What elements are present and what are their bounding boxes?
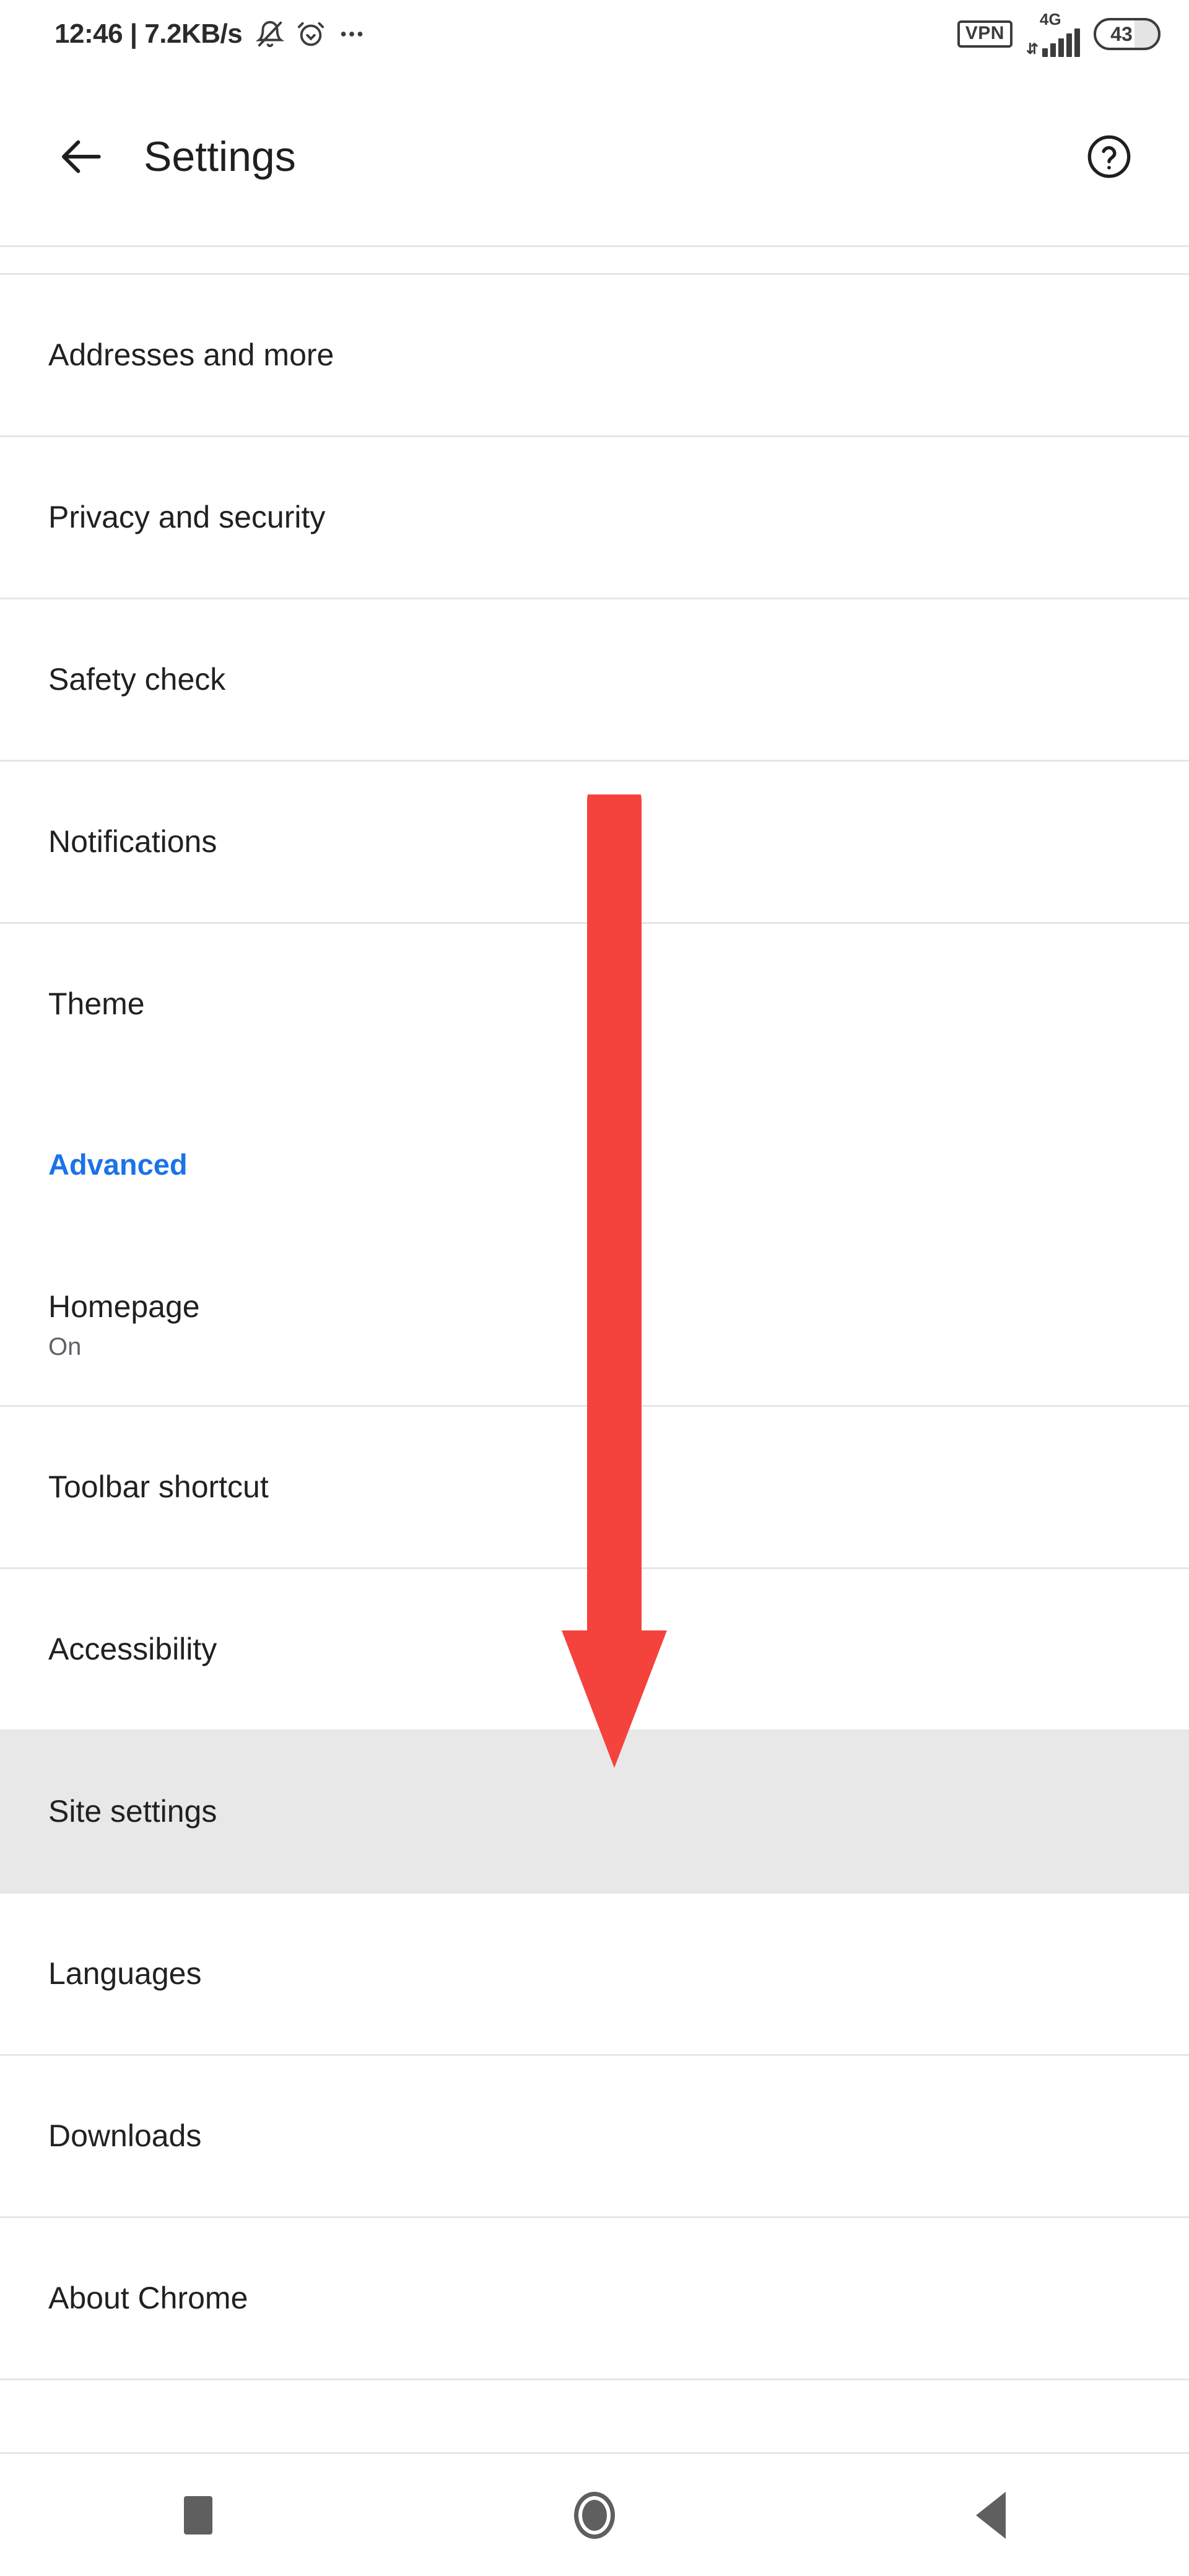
list-item-label: Site settings: [48, 1793, 217, 1829]
list-item-safety-check[interactable]: Safety check: [0, 599, 1189, 760]
home-button[interactable]: [539, 2472, 650, 2559]
circle-home-icon-inner: [582, 2499, 607, 2531]
triangle-back-icon: [976, 2491, 1006, 2539]
list-item-privacy-and-security[interactable]: Privacy and security: [0, 437, 1189, 598]
data-transfer-icon: ⇵: [1026, 41, 1039, 58]
list-item-label: Safety check: [48, 661, 226, 697]
status-clock: 12:46 | 7.2KB/s: [54, 19, 243, 49]
list-item-downloads[interactable]: Downloads: [0, 2056, 1189, 2216]
signal-bar-3: [1058, 38, 1064, 57]
list-item-about-chrome[interactable]: About Chrome: [0, 2218, 1189, 2378]
back-nav-button[interactable]: [935, 2472, 1047, 2559]
circle-home-icon: [574, 2491, 615, 2539]
list-item-theme[interactable]: Theme: [0, 924, 1189, 1084]
list-item-accessibility[interactable]: Accessibility: [0, 1569, 1189, 1730]
signal-icon: 4G ⇵: [1026, 11, 1080, 57]
bell-muted-icon: [256, 20, 285, 48]
app-bar: Settings: [0, 68, 1189, 245]
divider: [0, 2378, 1189, 2380]
status-bar-right: VPN 4G ⇵ 43: [957, 11, 1161, 57]
vpn-icon: VPN: [957, 20, 1013, 48]
list-item-label: Theme: [48, 986, 145, 1021]
list-item-label: Addresses and more: [48, 337, 334, 372]
signal-bars: ⇵: [1026, 28, 1080, 57]
signal-bar-2: [1050, 43, 1056, 57]
list-item-toolbar-shortcut[interactable]: Toolbar shortcut: [0, 1407, 1189, 1567]
status-bar-left-icons: [256, 20, 366, 48]
list-item-label: Notifications: [48, 824, 217, 859]
partial-row-top: [0, 247, 1189, 273]
android-nav-bar: [0, 2452, 1189, 2576]
list-item-label: Homepage: [48, 1289, 200, 1324]
list-item-addresses-and-more[interactable]: Addresses and more: [0, 275, 1189, 435]
signal-bar-1: [1042, 48, 1048, 57]
help-button[interactable]: [1075, 123, 1143, 191]
section-header-label: Advanced: [48, 1147, 188, 1181]
alarm-icon: [297, 20, 325, 48]
phone-screen: 12:46 | 7.2KB/s VPN 4G ⇵ 43 Settings Add…: [0, 0, 1189, 2576]
network-type-label: 4G: [1039, 10, 1061, 28]
list-item-languages[interactable]: Languages: [0, 1894, 1189, 2054]
list-item-label: Languages: [48, 1956, 202, 1991]
list-item-label: Downloads: [48, 2118, 202, 2153]
help-circle-icon: [1086, 133, 1133, 180]
more-horizontal-icon: [338, 20, 366, 48]
page-title: Settings: [144, 133, 296, 180]
list-item-label: Toolbar shortcut: [48, 1469, 269, 1504]
section-header-advanced: Advanced: [0, 1084, 1189, 1245]
settings-list: Addresses and more Privacy and security …: [0, 245, 1189, 2380]
list-item-site-settings[interactable]: Site settings: [0, 1731, 1189, 1892]
battery-icon: 43: [1094, 18, 1161, 50]
list-item-notifications[interactable]: Notifications: [0, 762, 1189, 922]
list-item-label: Accessibility: [48, 1631, 217, 1666]
list-item-label: About Chrome: [48, 2280, 248, 2315]
status-bar: 12:46 | 7.2KB/s VPN 4G ⇵ 43: [0, 0, 1189, 68]
list-item-subtitle: On: [48, 1333, 82, 1361]
list-item-homepage[interactable]: Homepage On: [0, 1245, 1189, 1405]
back-button[interactable]: [36, 132, 129, 181]
battery-level-label: 43: [1110, 23, 1133, 45]
list-item-label: Privacy and security: [48, 499, 326, 534]
square-recents-icon: [184, 2496, 212, 2535]
status-bar-left: 12:46 | 7.2KB/s: [54, 19, 366, 50]
arrow-left-icon: [58, 132, 107, 181]
signal-bar-4: [1066, 33, 1072, 57]
recents-button[interactable]: [142, 2472, 254, 2559]
signal-bar-5: [1074, 28, 1080, 57]
